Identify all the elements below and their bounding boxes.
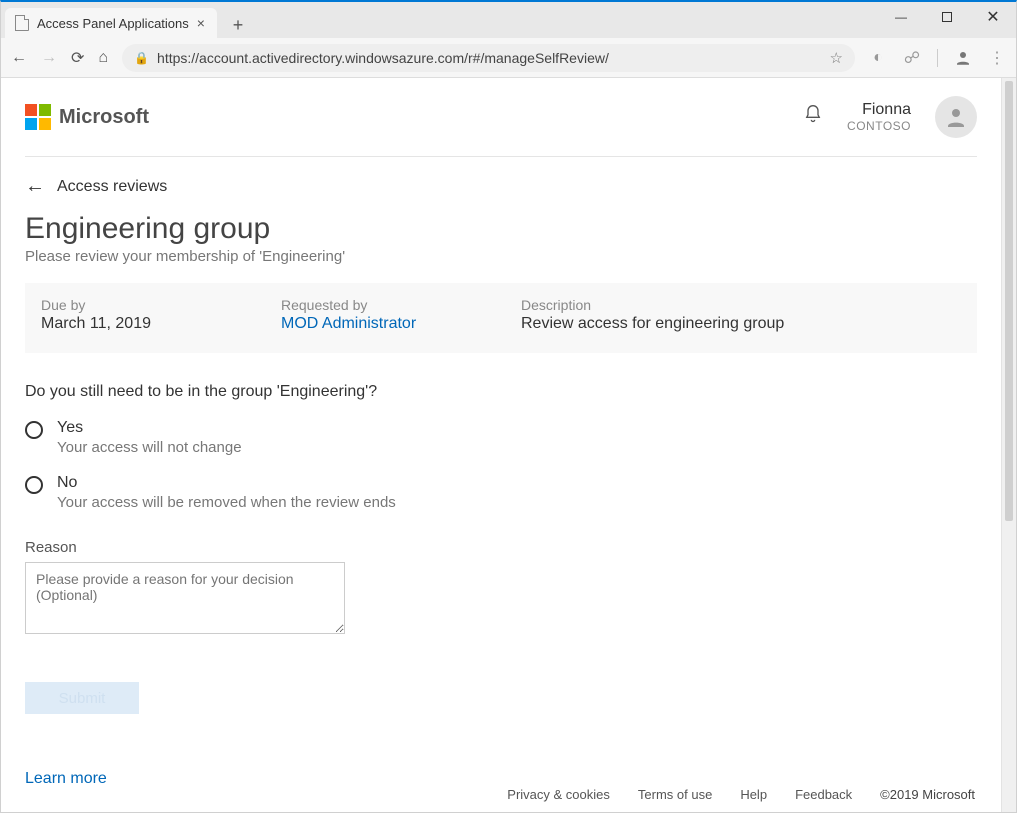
footer-help-link[interactable]: Help xyxy=(740,787,767,802)
user-org: CONTOSO xyxy=(847,119,911,133)
extension-icon-2[interactable]: ☍ xyxy=(903,49,921,67)
page-header: Microsoft Fionna CONTOSO xyxy=(25,96,977,157)
page-footer: Privacy & cookies Terms of use Help Feed… xyxy=(507,787,975,802)
new-tab-button[interactable]: + xyxy=(225,12,251,38)
footer-feedback-link[interactable]: Feedback xyxy=(795,787,852,802)
scrollbar-thumb[interactable] xyxy=(1005,81,1013,521)
option-yes[interactable]: Yes Your access will not change xyxy=(25,419,977,456)
toolbar-right-icons: ◐ ☍ ⋮ xyxy=(869,49,1006,67)
microsoft-logo-icon xyxy=(25,104,51,130)
breadcrumb-back[interactable]: ← Access reviews xyxy=(25,175,977,198)
address-bar[interactable]: 🔒 https://account.activedirectory.window… xyxy=(122,44,855,72)
option-yes-label: Yes xyxy=(57,419,242,437)
description-value: Review access for engineering group xyxy=(521,315,961,333)
option-no[interactable]: No Your access will be removed when the … xyxy=(25,474,977,511)
microsoft-logo[interactable]: Microsoft xyxy=(25,104,149,130)
tab-title: Access Panel Applications xyxy=(37,16,189,31)
footer-terms-link[interactable]: Terms of use xyxy=(638,787,712,802)
footer-copyright: ©2019 Microsoft xyxy=(880,787,975,802)
footer-privacy-link[interactable]: Privacy & cookies xyxy=(507,787,610,802)
review-meta: Due by March 11, 2019 Requested by MOD A… xyxy=(25,283,977,353)
kebab-menu-icon[interactable]: ⋮ xyxy=(988,49,1006,67)
url-text: https://account.activedirectory.windowsa… xyxy=(157,50,822,66)
close-window-button[interactable]: ✕ xyxy=(970,2,1016,32)
due-by-value: March 11, 2019 xyxy=(41,315,281,333)
home-icon[interactable]: ⌂ xyxy=(98,49,108,67)
forward-icon[interactable]: → xyxy=(41,49,57,67)
page-title: Engineering group xyxy=(25,212,977,246)
maximize-button[interactable] xyxy=(924,2,970,32)
page-subtitle: Please review your membership of 'Engine… xyxy=(25,248,977,265)
vertical-scrollbar[interactable] xyxy=(1001,78,1016,812)
toolbar-divider xyxy=(937,49,938,67)
requested-by-link[interactable]: MOD Administrator xyxy=(281,315,521,333)
window-controls: — ✕ xyxy=(878,2,1016,32)
titlebar: Access Panel Applications × + — ✕ xyxy=(1,2,1016,38)
description-label: Description xyxy=(521,297,961,313)
browser-tab[interactable]: Access Panel Applications × xyxy=(5,8,217,38)
user-block[interactable]: Fionna CONTOSO xyxy=(847,100,911,134)
radio-yes[interactable] xyxy=(25,421,43,439)
brand-name: Microsoft xyxy=(59,106,149,129)
reload-icon[interactable]: ⟳ xyxy=(71,48,84,68)
option-no-desc: Your access will be removed when the rev… xyxy=(57,494,396,511)
due-by-label: Due by xyxy=(41,297,281,313)
avatar[interactable] xyxy=(935,96,977,138)
browser-toolbar: ← → ⟳ ⌂ 🔒 https://account.activedirector… xyxy=(1,38,1016,78)
back-arrow-icon: ← xyxy=(25,175,45,198)
lock-icon: 🔒 xyxy=(134,51,149,65)
viewport: Microsoft Fionna CONTOSO xyxy=(1,78,1016,812)
close-tab-icon[interactable]: × xyxy=(197,15,205,31)
page-icon xyxy=(15,15,29,31)
learn-more-link[interactable]: Learn more xyxy=(25,770,977,788)
profile-icon[interactable] xyxy=(954,49,972,67)
minimize-button[interactable]: — xyxy=(878,2,924,32)
back-label: Access reviews xyxy=(57,178,167,196)
option-no-label: No xyxy=(57,474,396,492)
radio-no[interactable] xyxy=(25,476,43,494)
browser-window: Access Panel Applications × + — ✕ ← → ⟳ … xyxy=(0,0,1017,813)
bookmark-star-icon[interactable]: ☆ xyxy=(830,49,843,67)
page-content: Microsoft Fionna CONTOSO xyxy=(1,78,1001,812)
reason-label: Reason xyxy=(25,539,977,556)
requested-by-label: Requested by xyxy=(281,297,521,313)
option-yes-desc: Your access will not change xyxy=(57,439,242,456)
reason-input[interactable] xyxy=(25,562,345,634)
user-name: Fionna xyxy=(847,100,911,119)
review-question: Do you still need to be in the group 'En… xyxy=(25,383,977,401)
notifications-bell-icon[interactable] xyxy=(803,103,823,131)
submit-button[interactable]: Submit xyxy=(25,682,139,714)
back-icon[interactable]: ← xyxy=(11,49,27,67)
extension-icon[interactable]: ◐ xyxy=(869,49,887,67)
